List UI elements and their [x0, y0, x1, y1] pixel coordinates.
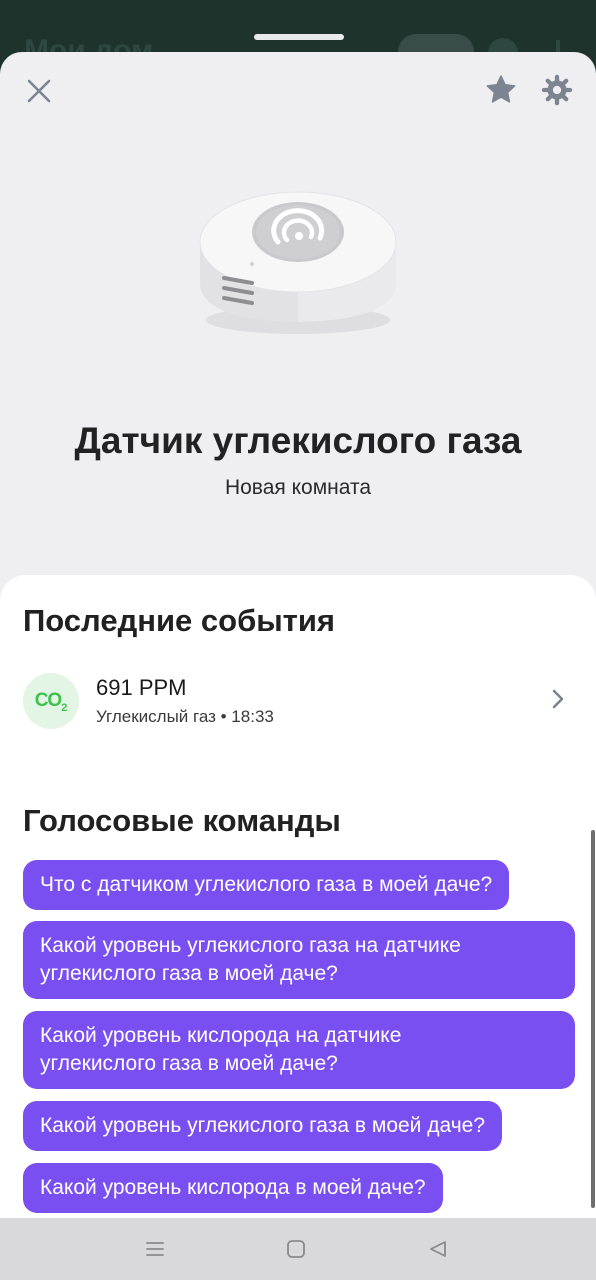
voice-command-chip[interactable]: Какой уровень углекислого газа в моей да… — [23, 1101, 503, 1151]
voice-command-chip[interactable]: Какой уровень углекислого газа на датчик… — [23, 921, 575, 999]
close-button[interactable] — [17, 69, 61, 113]
recent-events-title: Последние события — [23, 603, 336, 638]
device-sheet: Датчик углекислого газа Новая комната По… — [0, 52, 596, 1228]
settings-button[interactable] — [535, 68, 579, 112]
voice-commands-title: Голосовые команды — [23, 803, 341, 838]
event-value: 691 PPM — [96, 675, 187, 700]
sheet-grab-handle[interactable] — [254, 34, 344, 40]
voice-command-chip[interactable]: Какой уровень кислорода на датчике углек… — [23, 1011, 575, 1089]
nav-recent-apps-button[interactable] — [140, 1234, 170, 1264]
device-room: Новая комната — [224, 476, 372, 499]
sheet-content: Последние события CO 2 691 PPM Углекислы… — [0, 575, 596, 1228]
close-icon — [27, 79, 51, 103]
menu-icon — [146, 1242, 164, 1256]
nav-back-button[interactable] — [423, 1234, 453, 1264]
event-meta: Углекислый газ • 18:33 — [96, 707, 274, 726]
nav-home-button[interactable] — [281, 1234, 311, 1264]
co2-icon-sub: 2 — [61, 702, 68, 714]
chevron-right-icon — [552, 689, 564, 709]
favorite-button[interactable] — [479, 68, 523, 112]
device-name: Датчик углекислого газа — [74, 420, 522, 461]
voice-command-chip[interactable]: Какой уровень кислорода в моей даче? — [23, 1163, 443, 1213]
scrollbar[interactable] — [591, 830, 595, 1208]
back-triangle-icon — [430, 1241, 446, 1257]
gear-icon — [541, 74, 573, 106]
home-square-icon — [287, 1240, 305, 1258]
system-nav-bar — [0, 1218, 596, 1280]
event-row[interactable]: CO 2 691 PPM Углекислый газ • 18:33 — [0, 669, 596, 741]
star-icon — [486, 75, 516, 103]
co2-icon-main: CO — [34, 690, 62, 711]
co2-sensor-device-image — [199, 191, 397, 334]
voice-command-chip[interactable]: Что с датчиком углекислого газа в моей д… — [23, 860, 510, 910]
co2-icon: CO 2 — [23, 673, 79, 729]
